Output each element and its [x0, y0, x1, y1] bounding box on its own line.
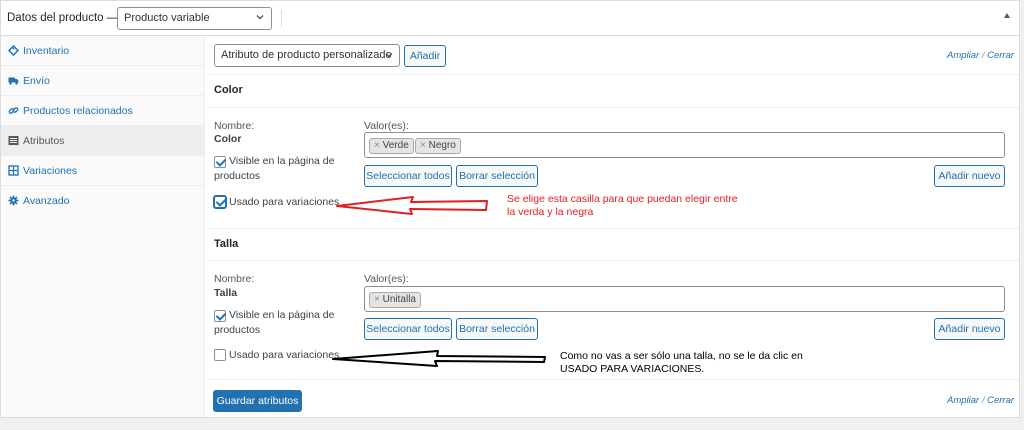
sidebar-item-atributos[interactable]: Atributos — [1, 126, 205, 156]
select-all-button[interactable]: Seleccionar todos — [364, 318, 452, 340]
link-icon — [8, 107, 19, 114]
expand-link[interactable]: Ampliar — [947, 395, 979, 406]
divider — [206, 228, 1019, 229]
sidebar-item-avanzado[interactable]: Avanzado — [1, 186, 205, 216]
list-icon — [8, 136, 19, 145]
values-label: Valor(es): — [364, 273, 409, 285]
clear-selection-button[interactable]: Borrar selección — [456, 165, 538, 187]
value-chip[interactable]: × Verde — [369, 138, 414, 154]
attribute-title-color[interactable]: Color — [214, 84, 243, 96]
visible-checkbox-color[interactable] — [214, 156, 226, 168]
remove-chip-icon[interactable]: × — [374, 294, 383, 305]
save-attributes-button[interactable]: Guardar atributos — [213, 390, 302, 412]
close-link[interactable]: Cerrar — [987, 50, 1014, 61]
remove-chip-icon[interactable]: × — [420, 140, 429, 151]
chevron-down-icon — [256, 15, 264, 20]
sidebar-item-label: Avanzado — [23, 195, 70, 207]
gear-icon — [8, 195, 19, 206]
visible-checkbox-talla[interactable] — [214, 310, 226, 322]
annotation-red: Se elige esta casilla para que puedan el… — [507, 193, 738, 218]
divider — [206, 107, 1019, 108]
name-label: Nombre: — [214, 273, 255, 285]
value-chip[interactable]: × Unitalla — [369, 292, 421, 308]
select-all-button[interactable]: Seleccionar todos — [364, 165, 452, 187]
variations-checkbox-color[interactable] — [214, 196, 226, 208]
product-data-tabs: Inventario Envío Productos relacionados … — [1, 36, 205, 417]
attribute-select-value: Atributo de producto personalizado — [221, 49, 392, 61]
link-separator: / — [981, 395, 985, 406]
truck-icon — [8, 77, 19, 85]
clear-selection-button[interactable]: Borrar selección — [456, 318, 538, 340]
product-type-select[interactable]: Producto variable — [117, 7, 272, 30]
collapse-toggle-icon[interactable] — [1004, 13, 1010, 18]
sidebar-item-label: Variaciones — [23, 165, 78, 177]
name-label: Nombre: — [214, 120, 255, 132]
variations-label: Usado para variaciones — [229, 349, 340, 361]
values-label: Valor(es): — [364, 120, 409, 132]
product-type-value: Producto variable — [124, 12, 210, 24]
expand-link[interactable]: Ampliar — [947, 50, 979, 61]
sidebar-item-inventario[interactable]: Inventario — [1, 36, 205, 66]
attribute-select[interactable]: Atributo de producto personalizado — [214, 44, 400, 67]
divider — [206, 260, 1019, 261]
add-attribute-button[interactable]: Añadir — [404, 45, 446, 67]
annotation-black: Como no vas a ser sólo una talla, no se … — [560, 350, 803, 375]
name-value: Talla — [214, 287, 238, 299]
values-input-talla[interactable]: × Unitalla — [364, 286, 1005, 312]
variations-label: Usado para variaciones — [229, 196, 340, 208]
attribute-title-talla[interactable]: Talla — [214, 238, 238, 250]
sidebar-item-label: Atributos — [23, 135, 65, 147]
sidebar-item-label: Productos relacionados — [23, 105, 133, 117]
chevron-down-icon — [385, 53, 393, 58]
name-value: Color — [214, 133, 242, 145]
visible-label: Visible en la página de productos — [214, 309, 335, 336]
variations-checkbox-talla[interactable] — [214, 349, 226, 361]
close-link[interactable]: Cerrar — [987, 395, 1014, 406]
add-new-value-button[interactable]: Añadir nuevo — [934, 318, 1005, 340]
divider — [206, 379, 1019, 380]
add-new-value-button[interactable]: Añadir nuevo — [934, 165, 1005, 187]
values-input-color[interactable]: × Verde × Negro — [364, 132, 1005, 158]
header-divider — [281, 10, 282, 27]
sidebar-item-envio[interactable]: Envío — [1, 66, 205, 96]
sidebar-item-label: Inventario — [23, 45, 70, 57]
panel-header: Datos del producto — Producto variable — [1, 1, 1019, 36]
tag-icon — [8, 45, 19, 56]
remove-chip-icon[interactable]: × — [374, 140, 383, 151]
link-separator: / — [981, 50, 985, 61]
grid-icon — [8, 165, 19, 176]
value-chip[interactable]: × Negro — [415, 138, 461, 154]
sidebar-item-label: Envío — [23, 75, 50, 87]
panel-title: Datos del producto — — [7, 12, 119, 24]
expand-close-links-bottom: Ampliar / Cerrar — [947, 395, 1014, 406]
divider — [206, 74, 1019, 75]
visible-label: Visible en la página de productos — [214, 155, 335, 182]
sidebar-item-variaciones[interactable]: Variaciones — [1, 156, 205, 186]
expand-close-links-top: Ampliar / Cerrar — [947, 50, 1014, 61]
sidebar-item-productos-relacionados[interactable]: Productos relacionados — [1, 96, 205, 126]
